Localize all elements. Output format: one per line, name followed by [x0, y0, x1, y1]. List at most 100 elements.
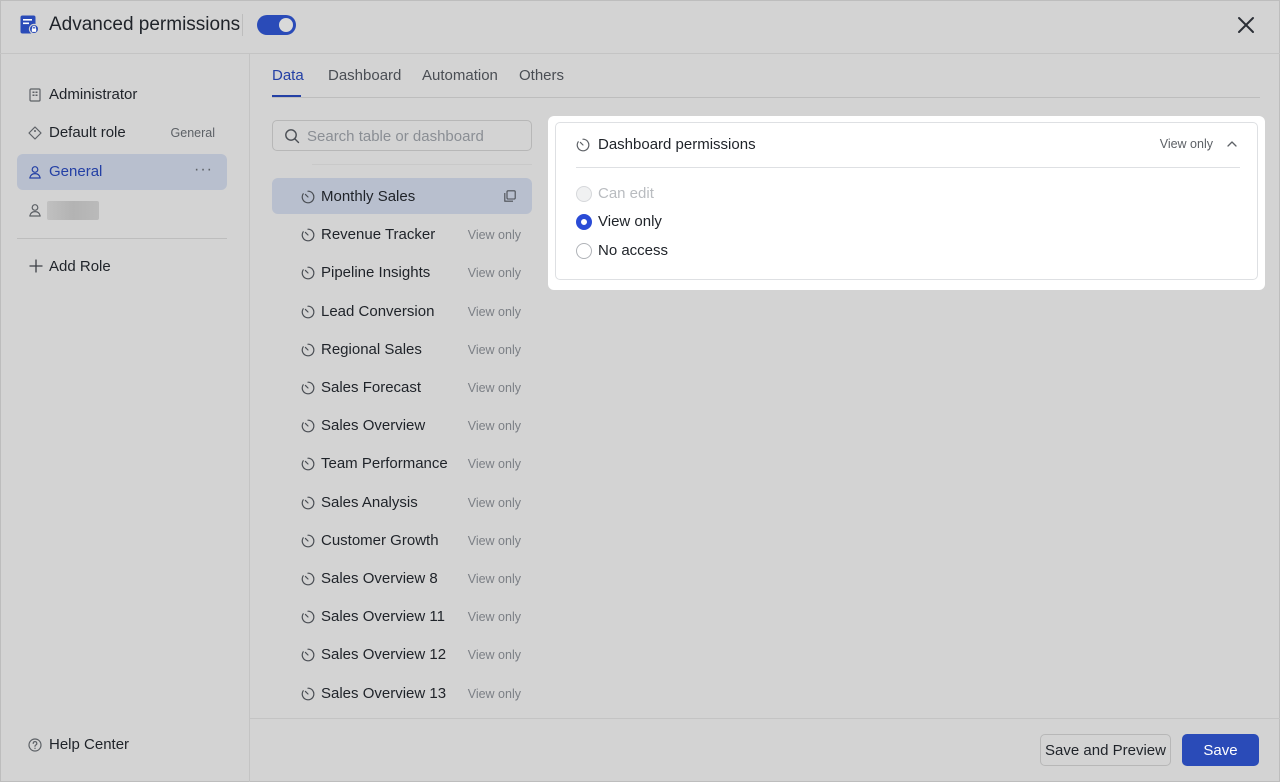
sidebar-item-label: Administrator — [49, 86, 138, 103]
option-no-access[interactable]: No access — [576, 241, 776, 261]
dashboard-permission: View only — [467, 534, 521, 548]
search-icon — [285, 129, 300, 144]
dashboard-list-item[interactable]: Sales Overview View only — [272, 407, 532, 443]
dashboard-list-item[interactable]: Revenue Tracker View only — [272, 216, 532, 252]
radio-can-edit — [576, 186, 592, 202]
dashboard-name: Monthly Sales — [321, 188, 416, 205]
dashboard-icon — [301, 190, 315, 204]
sidebar: Administrator Default role General Gener… — [0, 54, 250, 782]
sidebar-item-administrator[interactable]: Administrator — [17, 77, 227, 113]
dashboard-permission: View only — [467, 343, 521, 357]
advanced-permissions-toggle[interactable] — [257, 15, 296, 35]
permissions-app-icon — [20, 15, 39, 34]
dashboard-name: Revenue Tracker — [321, 226, 436, 243]
dashboard-permission: View only — [467, 305, 521, 319]
dashboard-icon — [301, 305, 315, 319]
more-options-icon[interactable]: ··· — [194, 161, 213, 179]
plus-icon — [29, 259, 43, 273]
user-icon — [29, 204, 41, 217]
dashboard-icon — [301, 266, 315, 280]
help-center-link[interactable]: Help Center — [17, 727, 227, 763]
dashboard-name: Sales Analysis — [321, 494, 418, 511]
dashboard-icon — [301, 457, 315, 471]
option-view-only[interactable]: View only — [576, 212, 776, 232]
dashboard-list-item[interactable]: Customer Growth View only — [272, 522, 532, 558]
sidebar-item-default-role[interactable]: Default role General — [17, 115, 227, 151]
dashboard-list-item[interactable]: Sales Overview 12 View only — [272, 636, 532, 672]
dashboard-icon — [301, 496, 315, 510]
sidebar-item-label: General — [49, 163, 103, 180]
dashboard-list-item[interactable]: Sales Overview 11 View only — [272, 598, 532, 634]
role-tag: General — [170, 126, 215, 140]
redacted-role-name — [47, 201, 99, 220]
help-center-label: Help Center — [49, 736, 130, 753]
user-icon — [29, 166, 41, 179]
dashboard-permission: View only — [467, 610, 521, 624]
dashboard-name: Sales Overview 11 — [321, 608, 445, 625]
radio-no-access[interactable] — [576, 243, 592, 259]
sidebar-item-unnamed-role[interactable] — [17, 192, 227, 228]
dashboard-name: Pipeline Insights — [321, 264, 431, 281]
dashboard-permission: View only — [467, 496, 521, 510]
tab-dashboard[interactable]: Dashboard — [328, 67, 401, 85]
search-box[interactable] — [272, 120, 532, 151]
dashboard-icon — [301, 610, 315, 624]
panel-divider — [576, 167, 1240, 168]
panel-title: Dashboard permissions — [598, 136, 756, 153]
dashboard-name: Regional Sales — [321, 341, 422, 358]
dashboard-icon — [301, 648, 315, 662]
diamond-icon — [28, 126, 42, 140]
close-icon[interactable] — [1234, 13, 1258, 37]
add-role-label: Add Role — [49, 258, 111, 275]
page-title: Advanced permissions — [49, 14, 241, 35]
active-tab-indicator — [272, 95, 301, 97]
dashboard-permission: View only — [467, 228, 521, 242]
option-label: No access — [598, 242, 669, 259]
tab-data[interactable]: Data — [272, 67, 304, 85]
copy-icon[interactable] — [504, 190, 516, 202]
sidebar-divider — [17, 238, 227, 239]
radio-view-only[interactable] — [576, 214, 592, 230]
dashboard-icon — [576, 138, 590, 152]
dashboard-icon — [301, 572, 315, 586]
dashboard-icon — [301, 687, 315, 701]
option-label: View only — [598, 213, 662, 230]
title-divider — [242, 14, 243, 36]
toggle-knob — [279, 18, 293, 32]
list-divider — [312, 164, 532, 165]
save-and-preview-button[interactable]: Save and Preview — [1040, 734, 1171, 766]
dashboard-list-item[interactable]: Lead Conversion View only — [272, 293, 532, 329]
sidebar-item-general[interactable]: General ··· — [17, 154, 227, 190]
dashboard-list-item[interactable]: Sales Overview 13 View only — [272, 675, 532, 711]
option-label: Can edit — [598, 185, 654, 202]
dashboard-name: Lead Conversion — [321, 303, 435, 320]
dashboard-icon — [301, 381, 315, 395]
dashboard-icon — [301, 228, 315, 242]
search-input[interactable] — [307, 126, 522, 146]
dashboard-permission: View only — [467, 266, 521, 280]
tab-automation[interactable]: Automation — [422, 67, 498, 85]
dashboard-icon — [301, 534, 315, 548]
dashboard-list-item[interactable]: Sales Analysis View only — [272, 484, 532, 520]
dashboard-name: Team Performance — [321, 455, 448, 472]
dashboard-list-item[interactable]: Pipeline Insights View only — [272, 254, 532, 290]
dashboard-permission: View only — [467, 687, 521, 701]
dashboard-list-item[interactable]: Sales Overview 8 View only — [272, 560, 532, 596]
dashboard-name: Sales Forecast — [321, 379, 422, 396]
dashboard-name: Sales Overview — [321, 417, 426, 434]
dashboard-name: Sales Overview 8 — [321, 570, 438, 587]
dashboard-list-item[interactable]: Monthly Sales — [272, 178, 532, 214]
save-button[interactable]: Save — [1182, 734, 1259, 766]
dashboard-permission: View only — [467, 648, 521, 662]
help-circle-icon — [28, 738, 42, 752]
panel-current-permission: View only — [1159, 137, 1213, 151]
tab-others[interactable]: Others — [519, 67, 564, 85]
chevron-up-icon[interactable] — [1225, 137, 1239, 151]
add-role-button[interactable]: Add Role — [17, 249, 227, 285]
building-icon — [29, 88, 41, 102]
dashboard-permission: View only — [467, 419, 521, 433]
dashboard-list-item[interactable]: Team Performance View only — [272, 445, 532, 481]
dashboard-list-item[interactable]: Regional Sales View only — [272, 331, 532, 367]
dashboard-list-item[interactable]: Sales Forecast View only — [272, 369, 532, 405]
dashboard-permission: View only — [467, 457, 521, 471]
